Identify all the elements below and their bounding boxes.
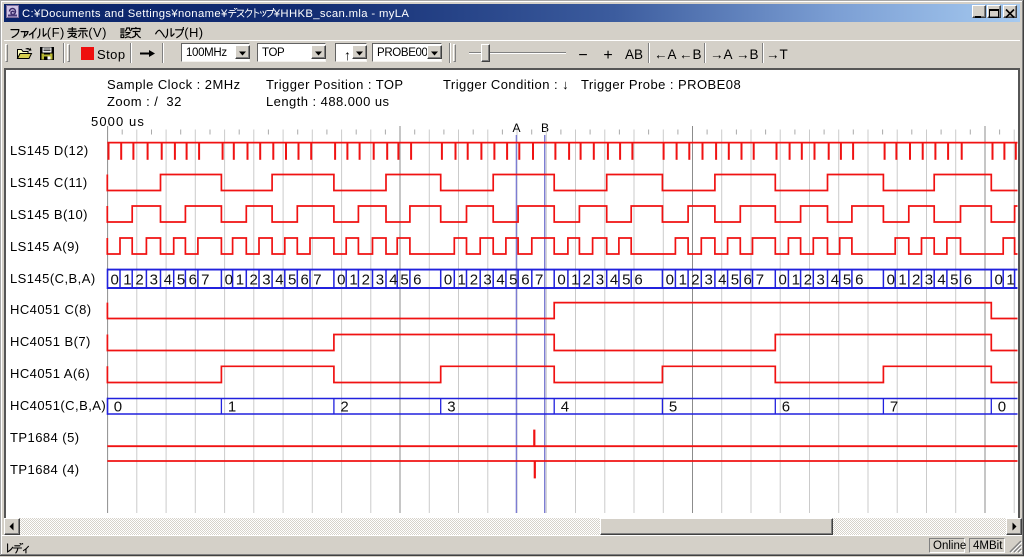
svg-text:3: 3 [483, 271, 491, 288]
svg-text:7: 7 [756, 271, 764, 288]
svg-text:7: 7 [313, 271, 321, 288]
svg-text:7: 7 [535, 271, 543, 288]
svg-text:4: 4 [496, 271, 504, 288]
svg-text:5: 5 [509, 271, 517, 288]
svg-text:1: 1 [228, 398, 236, 415]
svg-text:0: 0 [998, 398, 1006, 415]
svg-text:6: 6 [744, 271, 752, 288]
svg-text:3: 3 [262, 271, 270, 288]
svg-text:7: 7 [201, 271, 209, 288]
svg-text:0: 0 [111, 271, 119, 288]
svg-text:5: 5 [177, 271, 185, 288]
svg-text:1: 1 [123, 271, 131, 288]
svg-text:1: 1 [349, 271, 357, 288]
svg-text:5: 5 [400, 271, 408, 288]
svg-text:5: 5 [731, 271, 739, 288]
svg-text:2: 2 [362, 271, 370, 288]
svg-text:0: 0 [995, 271, 1003, 288]
svg-text:1: 1 [679, 271, 687, 288]
svg-text:2: 2 [340, 398, 348, 415]
svg-text:1: 1 [571, 271, 579, 288]
svg-text:6: 6 [855, 271, 863, 288]
svg-text:1: 1 [458, 271, 466, 288]
svg-text:0: 0 [779, 271, 787, 288]
svg-text:0: 0 [337, 271, 345, 288]
svg-text:3: 3 [447, 398, 455, 415]
svg-text:4: 4 [275, 271, 283, 288]
svg-text:6: 6 [634, 271, 642, 288]
svg-text:1: 1 [792, 271, 800, 288]
svg-text:2: 2 [583, 271, 591, 288]
svg-text:5: 5 [843, 271, 851, 288]
svg-text:2: 2 [470, 271, 478, 288]
svg-text:0: 0 [225, 271, 233, 288]
svg-text:6: 6 [782, 398, 790, 415]
svg-text:1: 1 [1006, 271, 1014, 288]
svg-text:3: 3 [705, 271, 713, 288]
svg-text:2: 2 [691, 271, 699, 288]
svg-text:2: 2 [804, 271, 812, 288]
svg-text:4: 4 [718, 271, 726, 288]
svg-text:6: 6 [521, 271, 529, 288]
svg-text:3: 3 [817, 271, 825, 288]
svg-text:0: 0 [114, 398, 122, 415]
svg-text:4: 4 [831, 271, 839, 288]
svg-text:4: 4 [937, 271, 945, 288]
svg-text:6: 6 [413, 271, 421, 288]
svg-text:0: 0 [557, 271, 565, 288]
svg-text:5: 5 [622, 271, 630, 288]
svg-text:3: 3 [925, 271, 933, 288]
svg-text:2: 2 [912, 271, 920, 288]
svg-text:6: 6 [189, 271, 197, 288]
svg-text:5: 5 [950, 271, 958, 288]
svg-text:2: 2 [135, 271, 143, 288]
svg-text:1: 1 [898, 271, 906, 288]
svg-text:4: 4 [389, 271, 397, 288]
svg-text:0: 0 [444, 271, 452, 288]
svg-text:6: 6 [301, 271, 309, 288]
svg-text:7: 7 [890, 398, 898, 415]
svg-text:4: 4 [610, 271, 618, 288]
svg-text:3: 3 [150, 271, 158, 288]
svg-text:1: 1 [236, 271, 244, 288]
svg-text:2: 2 [250, 271, 258, 288]
svg-text:4: 4 [164, 271, 172, 288]
svg-text:6: 6 [964, 271, 972, 288]
svg-text:0: 0 [887, 271, 895, 288]
svg-text:3: 3 [376, 271, 384, 288]
svg-text:3: 3 [596, 271, 604, 288]
svg-text:4: 4 [561, 398, 569, 415]
svg-text:0: 0 [666, 271, 674, 288]
svg-text:5: 5 [669, 398, 677, 415]
svg-text:5: 5 [288, 271, 296, 288]
